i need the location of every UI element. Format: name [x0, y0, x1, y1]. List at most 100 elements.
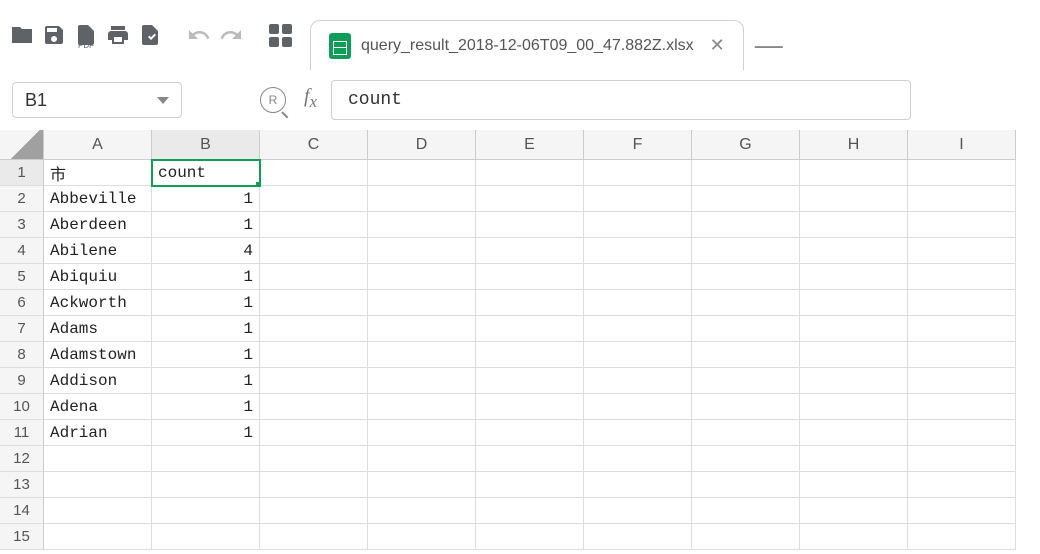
row-header[interactable]: 14 — [0, 498, 44, 524]
cell[interactable]: 1 — [152, 316, 260, 342]
column-header-C[interactable]: C — [260, 130, 368, 160]
cell[interactable] — [692, 316, 800, 342]
select-all-corner[interactable] — [0, 130, 44, 160]
cell[interactable] — [260, 290, 368, 316]
cell[interactable] — [800, 160, 908, 186]
cell[interactable] — [368, 524, 476, 550]
fx-icon[interactable]: fx — [304, 85, 317, 112]
cell[interactable] — [368, 186, 476, 212]
cell[interactable] — [584, 342, 692, 368]
cell[interactable] — [476, 238, 584, 264]
cell[interactable] — [692, 264, 800, 290]
formula-input[interactable] — [331, 80, 911, 120]
cell[interactable] — [908, 394, 1016, 420]
cell[interactable] — [584, 394, 692, 420]
cell[interactable]: Adrian — [44, 420, 152, 446]
cell[interactable] — [260, 524, 368, 550]
cell[interactable]: Adams — [44, 316, 152, 342]
cell[interactable] — [368, 342, 476, 368]
cell[interactable] — [260, 394, 368, 420]
file-tab[interactable]: query_result_2018-12-06T09_00_47.882Z.xl… — [310, 20, 744, 70]
cell[interactable]: count — [152, 160, 260, 186]
cell[interactable] — [908, 524, 1016, 550]
chevron-down-icon[interactable] — [157, 97, 169, 104]
cell[interactable]: Abiquiu — [44, 264, 152, 290]
cell[interactable] — [908, 368, 1016, 394]
cell[interactable]: Addison — [44, 368, 152, 394]
cell[interactable]: Ackworth — [44, 290, 152, 316]
row-header[interactable]: 3 — [0, 212, 44, 238]
cell[interactable] — [152, 472, 260, 498]
save-icon[interactable] — [40, 21, 68, 49]
cell[interactable] — [476, 446, 584, 472]
cell[interactable]: 1 — [152, 290, 260, 316]
cell[interactable] — [584, 212, 692, 238]
cell[interactable] — [44, 498, 152, 524]
row-header[interactable]: 11 — [0, 420, 44, 446]
row-header[interactable]: 4 — [0, 238, 44, 264]
cell[interactable] — [800, 472, 908, 498]
cell[interactable] — [692, 446, 800, 472]
cell[interactable] — [368, 472, 476, 498]
cell[interactable] — [260, 368, 368, 394]
cell[interactable] — [908, 160, 1016, 186]
cell[interactable] — [800, 368, 908, 394]
cell[interactable] — [908, 446, 1016, 472]
column-header-D[interactable]: D — [368, 130, 476, 160]
cell[interactable] — [44, 524, 152, 550]
cell[interactable] — [260, 316, 368, 342]
cell[interactable] — [800, 524, 908, 550]
cell[interactable] — [692, 212, 800, 238]
cell[interactable]: 1 — [152, 394, 260, 420]
cell[interactable]: 市 — [44, 160, 152, 186]
row-header[interactable]: 6 — [0, 290, 44, 316]
cell[interactable] — [368, 264, 476, 290]
cell[interactable]: 1 — [152, 264, 260, 290]
column-header-F[interactable]: F — [584, 130, 692, 160]
cell[interactable] — [584, 524, 692, 550]
cell[interactable] — [476, 160, 584, 186]
cell[interactable] — [260, 212, 368, 238]
cell[interactable] — [368, 290, 476, 316]
cell[interactable] — [908, 498, 1016, 524]
cell[interactable] — [692, 160, 800, 186]
cell[interactable] — [476, 420, 584, 446]
cell[interactable] — [692, 472, 800, 498]
cell[interactable] — [476, 290, 584, 316]
cell[interactable] — [800, 186, 908, 212]
print-icon[interactable] — [104, 21, 132, 49]
row-header[interactable]: 13 — [0, 472, 44, 498]
cell[interactable] — [260, 186, 368, 212]
row-header[interactable]: 10 — [0, 394, 44, 420]
cell[interactable] — [584, 186, 692, 212]
cell[interactable] — [476, 186, 584, 212]
row-header[interactable]: 15 — [0, 524, 44, 550]
folder-open-icon[interactable] — [8, 21, 36, 49]
column-header-A[interactable]: A — [44, 130, 152, 160]
cell[interactable] — [584, 446, 692, 472]
find-icon[interactable]: R — [260, 87, 286, 113]
cell[interactable] — [584, 472, 692, 498]
cell[interactable] — [368, 238, 476, 264]
cell[interactable] — [800, 238, 908, 264]
cell[interactable] — [692, 238, 800, 264]
name-box[interactable]: B1 — [12, 82, 182, 118]
cell[interactable]: Abilene — [44, 238, 152, 264]
cell[interactable] — [476, 394, 584, 420]
cell[interactable] — [908, 186, 1016, 212]
cell[interactable] — [800, 420, 908, 446]
cell[interactable]: 1 — [152, 420, 260, 446]
cell[interactable] — [584, 238, 692, 264]
cell[interactable] — [476, 498, 584, 524]
cell[interactable] — [908, 420, 1016, 446]
cell[interactable] — [44, 472, 152, 498]
row-header[interactable]: 2 — [0, 186, 44, 212]
cell[interactable] — [584, 420, 692, 446]
cell[interactable] — [692, 290, 800, 316]
undo-icon[interactable] — [185, 21, 213, 49]
redo-icon[interactable] — [217, 21, 245, 49]
cell[interactable] — [368, 316, 476, 342]
pdf-export-icon[interactable]: PDF — [72, 21, 100, 49]
cell[interactable] — [908, 472, 1016, 498]
cell[interactable] — [692, 524, 800, 550]
